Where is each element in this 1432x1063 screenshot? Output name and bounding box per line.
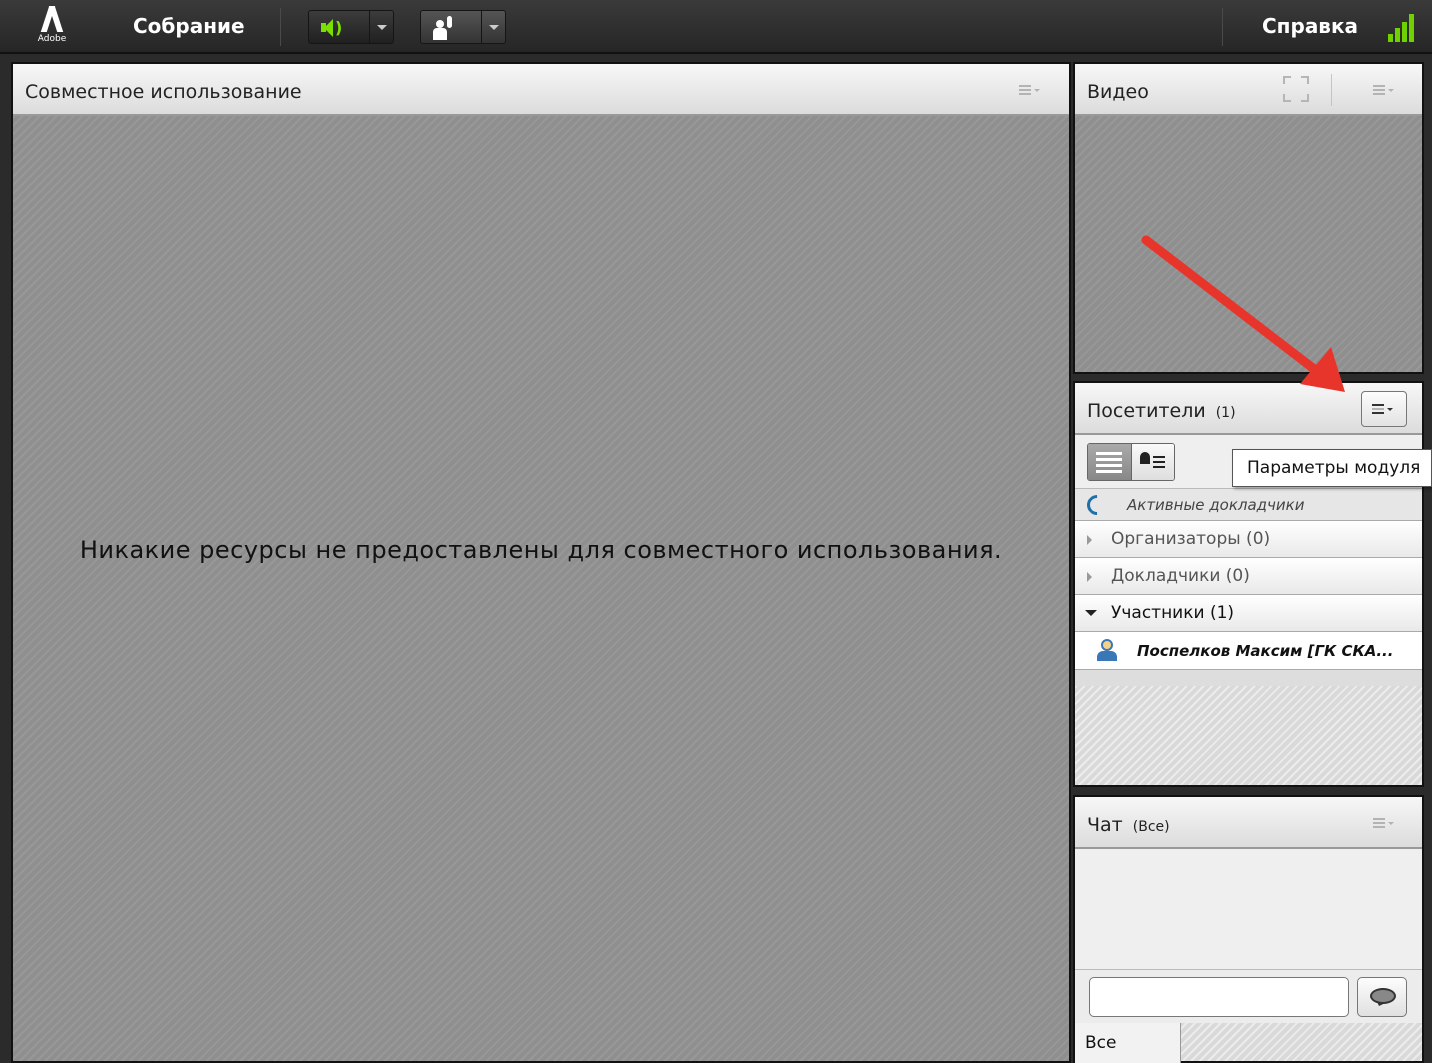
chat-title-text: Чат: [1087, 814, 1123, 836]
meeting-menu[interactable]: Собрание: [133, 14, 245, 38]
attendees-pod-title: Посетители (1): [1087, 400, 1236, 422]
raise-hand-icon: [433, 16, 457, 40]
chat-pod: Чат (Все) Все: [1073, 795, 1424, 1063]
audio-button[interactable]: ): [308, 10, 394, 44]
group-participants[interactable]: Участники (1): [1075, 595, 1422, 632]
list-view-icon[interactable]: [1088, 444, 1132, 480]
group-label: Докладчики (0): [1111, 566, 1250, 586]
expand-arrow-icon: [1087, 535, 1092, 545]
attendees-pod-header: Посетители (1): [1075, 383, 1422, 435]
user-icon: [1097, 639, 1117, 661]
share-pod: Совместное использование Никакие ресурсы…: [11, 62, 1071, 1063]
pod-options-button[interactable]: [1361, 391, 1407, 427]
video-area: [1075, 116, 1422, 372]
video-pod-title: Видео: [1087, 81, 1149, 103]
share-pod-header: Совместное использование: [13, 64, 1069, 116]
chat-scope: (Все): [1132, 819, 1170, 835]
chat-messages: [1075, 849, 1422, 969]
share-area: Никакие ресурсы не предоставлены для сов…: [13, 116, 1069, 1061]
raise-hand-button[interactable]: [420, 10, 506, 44]
help-menu[interactable]: Справка: [1262, 14, 1358, 38]
speech-bubble-icon: [1370, 988, 1396, 1004]
chat-tabs: Все: [1075, 1023, 1422, 1063]
chat-input[interactable]: [1089, 977, 1349, 1017]
pod-menu-icon[interactable]: [1373, 817, 1399, 831]
divider: [1331, 74, 1332, 106]
collapse-arrow-icon: [1085, 610, 1097, 616]
group-hosts[interactable]: Организаторы (0): [1075, 521, 1422, 558]
chat-pod-title: Чат (Все): [1087, 814, 1170, 836]
divider: [280, 8, 281, 46]
meeting-window: Adobe Собрание ) Справка Совместное испо…: [0, 0, 1432, 1063]
divider: [1222, 8, 1223, 46]
video-pod-header: Видео: [1075, 64, 1422, 116]
chevron-down-icon[interactable]: [369, 11, 393, 43]
speaker-icon: ): [319, 19, 349, 37]
tooltip: Параметры модуля: [1232, 449, 1432, 487]
group-label: Организаторы (0): [1111, 529, 1271, 549]
fullscreen-icon[interactable]: [1283, 76, 1309, 102]
share-pod-title: Совместное использование: [25, 81, 302, 103]
group-label: Участники (1): [1111, 603, 1235, 623]
status-view-icon[interactable]: [1132, 444, 1174, 480]
chat-pod-header: Чат (Все): [1075, 797, 1422, 849]
video-pod: Видео: [1073, 62, 1424, 374]
pod-menu-icon: [1372, 403, 1398, 417]
attendee-name: Поспелков Максим [ГК СКА...: [1137, 642, 1394, 660]
active-speakers-label: Активные докладчики: [1127, 496, 1305, 514]
attendees-count: (1): [1215, 405, 1236, 421]
attendees-pod: Посетители (1) Активные докладчики Орган…: [1073, 381, 1424, 787]
send-message-button[interactable]: [1357, 977, 1407, 1017]
adobe-logo-icon: Adobe: [30, 6, 74, 48]
group-presenters[interactable]: Докладчики (0): [1075, 558, 1422, 595]
active-speakers-row: Активные докладчики: [1075, 489, 1422, 521]
view-toggle[interactable]: [1087, 443, 1175, 481]
signal-strength-icon: [1388, 12, 1418, 42]
chat-tab-all[interactable]: Все: [1075, 1023, 1181, 1063]
attendee-row[interactable]: Поспелков Максим [ГК СКА...: [1075, 632, 1422, 670]
pod-menu-icon[interactable]: [1019, 84, 1045, 98]
phone-icon: [1082, 490, 1112, 520]
attendees-title-text: Посетители: [1087, 400, 1206, 422]
chevron-down-icon[interactable]: [481, 11, 505, 43]
logo-text: Adobe: [37, 34, 67, 44]
pod-menu-icon[interactable]: [1373, 84, 1399, 98]
attendee-list-empty-area: [1075, 686, 1422, 785]
attendee-list: Активные докладчики Организаторы (0) Док…: [1075, 489, 1422, 670]
chat-compose: [1075, 969, 1422, 1023]
empty-share-message: Никакие ресурсы не предоставлены для сов…: [79, 536, 1003, 564]
menu-bar: Adobe Собрание ) Справка: [0, 0, 1432, 54]
expand-arrow-icon: [1087, 572, 1092, 582]
